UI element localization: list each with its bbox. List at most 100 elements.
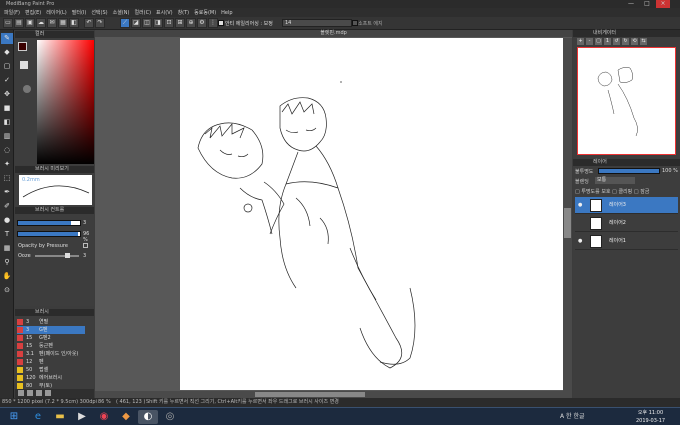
brush-tool-icon[interactable]: ✎	[1, 33, 13, 44]
menu-layer[interactable]: 레이어(L)	[46, 9, 67, 16]
select-pen-tool-icon[interactable]: ✐	[1, 201, 13, 212]
brush-list-item[interactable]: 120 에어브러시	[17, 374, 85, 382]
zoom-tool-icon[interactable]: ⊙	[1, 285, 13, 296]
minimize-button[interactable]: —	[624, 0, 638, 8]
eraser-tool-icon[interactable]: ◆	[1, 47, 13, 58]
copy-brush-icon[interactable]	[36, 390, 42, 396]
stabilizer-icon[interactable]: ⟋	[120, 18, 130, 28]
brush-list-item[interactable]: 15 G펜2	[17, 334, 85, 342]
color-history-icon[interactable]	[23, 85, 31, 93]
explorer-taskbar-icon[interactable]: ▬	[50, 410, 70, 424]
menu-edit[interactable]: 편집(E)	[25, 9, 41, 16]
brush-list-item[interactable]: 3 G펜	[17, 326, 85, 334]
magic-wand-tool-icon[interactable]: ✦	[1, 159, 13, 170]
menu-filter[interactable]: 필터(I)	[72, 9, 87, 16]
brush-list-item[interactable]: 15 둥근펜	[17, 342, 85, 350]
brush-opacity-slider[interactable]	[17, 231, 81, 237]
comment-icon[interactable]: ◧	[69, 18, 79, 28]
saturation-value-picker[interactable]	[37, 40, 94, 164]
blend-mode-select[interactable]: 보통	[595, 177, 635, 184]
delete-brush-icon[interactable]	[45, 390, 51, 396]
horizontal-scrollbar[interactable]	[95, 391, 563, 398]
antialias-checkbox[interactable]	[218, 20, 224, 26]
text-tool-icon[interactable]: T	[1, 229, 13, 240]
brush-list-item[interactable]: 3 연필	[17, 318, 85, 326]
hand-tool-icon[interactable]: ✋	[1, 271, 13, 282]
undo-icon[interactable]: ↶	[84, 18, 94, 28]
divide-tool-icon[interactable]: ▦	[1, 243, 13, 254]
brush-list-item[interactable]: 3.1 펜(페이드 인/아웃)	[17, 350, 85, 358]
protect-alpha-checkbox[interactable]: □	[575, 189, 580, 195]
layer-row[interactable]: ● 레이어3	[575, 197, 678, 214]
transform-icon[interactable]: ⊡	[164, 18, 174, 28]
ie-taskbar-icon[interactable]: e	[28, 410, 48, 424]
eyedropper-tool-icon[interactable]: ⚲	[1, 257, 13, 268]
actual-size-icon[interactable]: 1	[604, 38, 611, 45]
foreground-color-swatch[interactable]	[18, 42, 27, 51]
medibang-taskbar-icon[interactable]: ◐	[138, 410, 158, 424]
new-icon[interactable]: ▭	[3, 18, 13, 28]
layer-visibility-icon[interactable]: ●	[578, 233, 582, 250]
menu-view[interactable]: 표시(V)	[156, 9, 173, 16]
navigator-thumbnail[interactable]	[577, 47, 676, 155]
blur-tool-icon[interactable]: ●	[1, 215, 13, 226]
opacity-pressure-checkbox[interactable]	[83, 243, 88, 248]
snap-radial-icon[interactable]: ⊕	[186, 18, 196, 28]
grid-icon[interactable]: ▦	[58, 18, 68, 28]
language-indicator[interactable]: A 한	[560, 413, 572, 420]
horizontal-scroll-thumb[interactable]	[255, 392, 365, 397]
menu-social[interactable]: 소셜(N)	[113, 9, 130, 16]
vertical-scrollbar[interactable]	[563, 38, 572, 398]
share-icon[interactable]: ✉	[47, 18, 57, 28]
menu-file[interactable]: 파일(F)	[4, 9, 20, 16]
chrome-taskbar-icon[interactable]: ◉	[94, 410, 114, 424]
menu-dots-icon[interactable]: ⋮	[208, 18, 218, 28]
zoom-out-icon[interactable]: -	[586, 38, 593, 45]
dotted-select-tool-icon[interactable]: ⬚	[1, 173, 13, 184]
app-taskbar-icon[interactable]: ◆	[116, 410, 136, 424]
layer-visibility-icon[interactable]: ●	[578, 197, 582, 214]
menu-help[interactable]: Help	[221, 10, 232, 16]
rotate-right-icon[interactable]: ↻	[622, 38, 629, 45]
rotate-left-icon[interactable]: ↺	[613, 38, 620, 45]
menu-window[interactable]: 창(T)	[178, 9, 190, 16]
pen-tool-icon[interactable]: ✒	[1, 187, 13, 198]
cloud-brush-icon[interactable]	[27, 390, 33, 396]
layer-opacity-slider[interactable]	[598, 168, 660, 174]
settings-icon[interactable]: ⚙	[197, 18, 207, 28]
lock-checkbox[interactable]: □	[634, 189, 639, 195]
brush-size-slider[interactable]	[17, 220, 81, 226]
select-tool-icon[interactable]: ▢	[1, 61, 13, 72]
color-swap-icon[interactable]	[20, 61, 28, 69]
check-tool-icon[interactable]: ✓	[1, 75, 13, 86]
open-icon[interactable]: ▤	[14, 18, 24, 28]
move-tool-icon[interactable]: ✥	[1, 89, 13, 100]
drawing-canvas[interactable]	[180, 38, 563, 390]
close-button[interactable]: ×	[656, 0, 670, 8]
maximize-button[interactable]: □	[640, 0, 654, 8]
brush-list-item[interactable]: 12 펜	[17, 358, 85, 366]
fit-icon[interactable]: ▢	[595, 38, 602, 45]
add-brush-icon[interactable]	[18, 390, 24, 396]
ooze-slider-knob[interactable]	[65, 253, 70, 258]
deselect-icon[interactable]: ◫	[142, 18, 152, 28]
layer-row[interactable]: ● 레이어1	[575, 233, 678, 250]
media-taskbar-icon[interactable]: ▶	[72, 410, 92, 424]
start-button-icon[interactable]: ⊞	[4, 410, 24, 424]
layer-row[interactable]: 레이어2	[575, 215, 678, 232]
ime-indicator[interactable]: 한글	[573, 413, 584, 420]
clipping-checkbox[interactable]: □	[612, 189, 617, 195]
cloud-icon[interactable]: ☁	[36, 18, 46, 28]
shape-tool-icon[interactable]: ■	[1, 103, 13, 114]
invert-icon[interactable]: ◨	[153, 18, 163, 28]
select-all-icon[interactable]: ◪	[131, 18, 141, 28]
vertical-scroll-thumb[interactable]	[564, 208, 571, 238]
taskbar-clock[interactable]: 오후 11:00 2019-03-17	[636, 409, 665, 425]
menu-color[interactable]: 컬러(C)	[134, 9, 151, 16]
fill-tool-icon[interactable]: ◧	[1, 117, 13, 128]
document-tab[interactable]: 볼렛핀.mdp	[95, 30, 572, 37]
ooze-slider[interactable]	[35, 255, 79, 257]
snap-icon[interactable]: ⊞	[175, 18, 185, 28]
player-taskbar-icon[interactable]: ◎	[160, 410, 180, 424]
gradient-tool-icon[interactable]: ▥	[1, 131, 13, 142]
